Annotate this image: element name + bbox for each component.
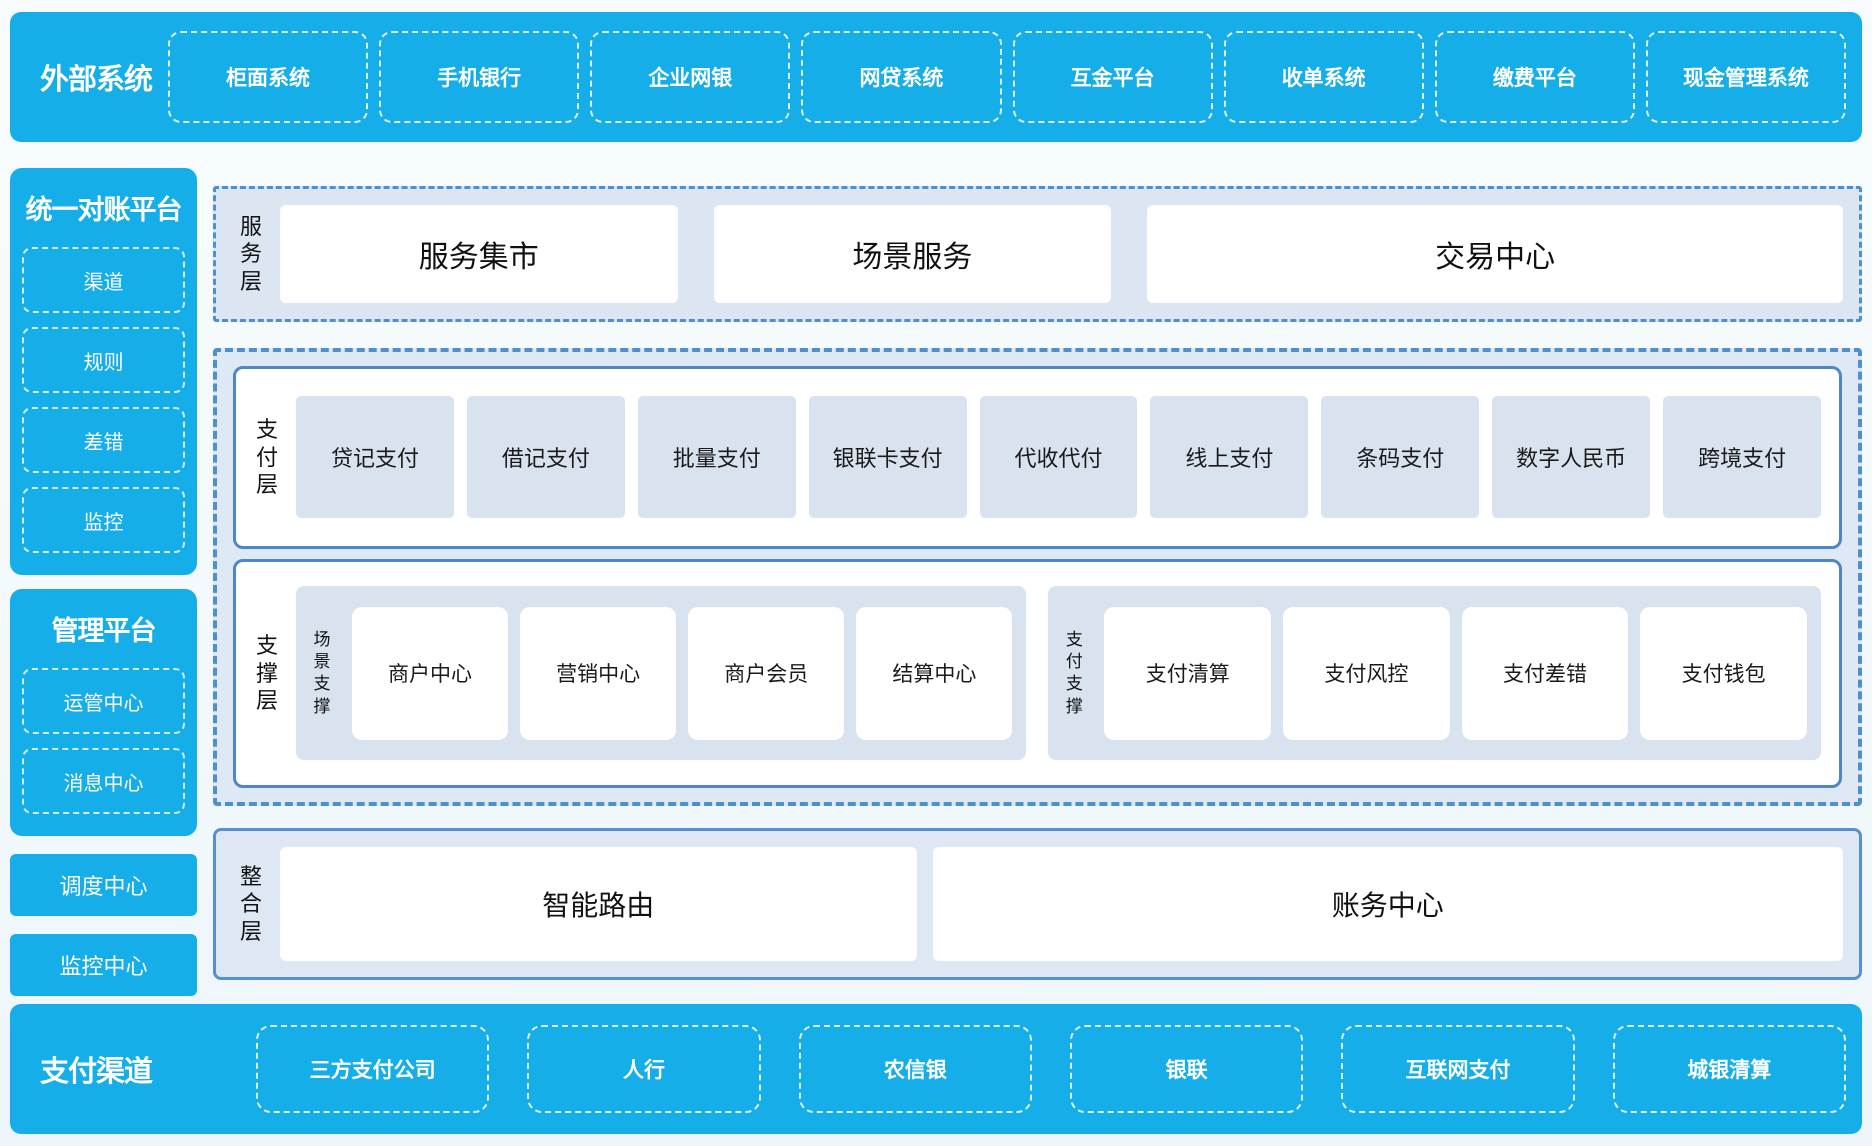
payment-channel-item: 人行 bbox=[527, 1025, 760, 1113]
dispatch-center-block: 调度中心 bbox=[10, 854, 197, 916]
layers-column: 服务层 服务集市 场景服务 交易中心 支付层 贷记支付 借记支付 批量支付 银联… bbox=[213, 168, 1862, 980]
recon-platform-item: 差错 bbox=[22, 407, 185, 473]
payment-node: 批量支付 bbox=[638, 396, 796, 518]
payment-node: 线上支付 bbox=[1150, 396, 1308, 518]
payment-layer-card: 支付层 贷记支付 借记支付 批量支付 银联卡支付 代收代付 线上支付 条码支付 … bbox=[233, 366, 1842, 549]
recon-platform-item: 渠道 bbox=[22, 247, 185, 313]
recon-platform-item: 规则 bbox=[22, 327, 185, 393]
recon-platform-block: 统一对账平台 渠道 规则 差错 监控 bbox=[10, 168, 197, 575]
left-sidebar: 统一对账平台 渠道 规则 差错 监控 管理平台 运管中心 消息中心 调度中心 监… bbox=[10, 168, 197, 980]
support-node: 营销中心 bbox=[520, 607, 676, 739]
support-node: 商户中心 bbox=[352, 607, 508, 739]
support-node: 支付钱包 bbox=[1640, 607, 1807, 739]
external-system-item: 现金管理系统 bbox=[1646, 31, 1846, 123]
support-node: 结算中心 bbox=[856, 607, 1012, 739]
external-system-item: 缴费平台 bbox=[1435, 31, 1635, 123]
payment-channels-label: 支付渠道 bbox=[40, 1048, 168, 1090]
payment-channel-item: 互联网支付 bbox=[1341, 1025, 1574, 1113]
integration-node: 智能路由 bbox=[280, 847, 917, 961]
mgmt-platform-block: 管理平台 运管中心 消息中心 bbox=[10, 589, 197, 836]
service-node: 交易中心 bbox=[1147, 205, 1843, 303]
integration-layer-label: 整合层 bbox=[238, 863, 264, 946]
support-node: 支付差错 bbox=[1462, 607, 1629, 739]
payment-node: 贷记支付 bbox=[296, 396, 454, 518]
external-system-item: 手机银行 bbox=[379, 31, 579, 123]
payment-node: 条码支付 bbox=[1321, 396, 1479, 518]
recon-platform-title: 统一对账平台 bbox=[22, 188, 185, 227]
mgmt-platform-item: 运管中心 bbox=[22, 668, 185, 734]
external-systems-band: 外部系统 柜面系统 手机银行 企业网银 网贷系统 互金平台 收单系统 缴费平台 … bbox=[10, 12, 1862, 142]
service-layer-items: 服务集市 场景服务 交易中心 bbox=[280, 205, 1843, 303]
payment-node: 银联卡支付 bbox=[809, 396, 967, 518]
payment-node: 跨境支付 bbox=[1663, 396, 1821, 518]
service-layer-panel: 服务层 服务集市 场景服务 交易中心 bbox=[213, 186, 1862, 322]
integration-layer-items: 智能路由 账务中心 bbox=[280, 847, 1843, 961]
payment-channel-item: 银联 bbox=[1070, 1025, 1303, 1113]
diagram-body: 统一对账平台 渠道 规则 差错 监控 管理平台 运管中心 消息中心 调度中心 监… bbox=[10, 168, 1862, 980]
core-layers-panel: 支付层 贷记支付 借记支付 批量支付 银联卡支付 代收代付 线上支付 条码支付 … bbox=[213, 348, 1862, 806]
external-systems-label: 外部系统 bbox=[40, 56, 168, 98]
payment-channel-item: 城银清算 bbox=[1613, 1025, 1846, 1113]
payment-architecture-diagram: 外部系统 柜面系统 手机银行 企业网银 网贷系统 互金平台 收单系统 缴费平台 … bbox=[0, 0, 1872, 1146]
service-layer-label: 服务层 bbox=[238, 213, 264, 296]
support-node: 支付清算 bbox=[1104, 607, 1271, 739]
monitor-center-block: 监控中心 bbox=[10, 934, 197, 996]
scene-support-group: 场景支撑 商户中心 营销中心 商户会员 结算中心 bbox=[296, 586, 1026, 760]
support-node: 商户会员 bbox=[688, 607, 844, 739]
payment-channel-item: 三方支付公司 bbox=[256, 1025, 489, 1113]
integration-node: 账务中心 bbox=[933, 847, 1843, 961]
recon-platform-item: 监控 bbox=[22, 487, 185, 553]
external-system-item: 网贷系统 bbox=[801, 31, 1001, 123]
external-system-item: 互金平台 bbox=[1013, 31, 1213, 123]
service-node: 服务集市 bbox=[280, 205, 678, 303]
support-layer-label: 支撑层 bbox=[254, 632, 280, 715]
external-system-item: 柜面系统 bbox=[168, 31, 368, 123]
payment-layer-label: 支付层 bbox=[254, 416, 280, 499]
payment-channel-item: 农信银 bbox=[799, 1025, 1032, 1113]
payment-support-label: 支付支撑 bbox=[1064, 629, 1084, 717]
mgmt-platform-item: 消息中心 bbox=[22, 748, 185, 814]
external-system-item: 企业网银 bbox=[590, 31, 790, 123]
external-system-item: 收单系统 bbox=[1224, 31, 1424, 123]
payment-node: 数字人民币 bbox=[1492, 396, 1650, 518]
payment-layer-items: 贷记支付 借记支付 批量支付 银联卡支付 代收代付 线上支付 条码支付 数字人民… bbox=[296, 396, 1821, 518]
payment-channels-band: 支付渠道 三方支付公司 人行 农信银 银联 互联网支付 城银清算 bbox=[10, 1004, 1862, 1134]
support-layer-card: 支撑层 场景支撑 商户中心 营销中心 商户会员 结算中心 支付支撑 支付清算 bbox=[233, 559, 1842, 788]
payment-node: 代收代付 bbox=[980, 396, 1138, 518]
support-node: 支付风控 bbox=[1283, 607, 1450, 739]
service-node: 场景服务 bbox=[714, 205, 1112, 303]
external-systems-items: 柜面系统 手机银行 企业网银 网贷系统 互金平台 收单系统 缴费平台 现金管理系… bbox=[168, 31, 1846, 123]
support-layer-groups: 场景支撑 商户中心 营销中心 商户会员 结算中心 支付支撑 支付清算 支付风控 … bbox=[296, 562, 1821, 785]
payment-support-group: 支付支撑 支付清算 支付风控 支付差错 支付钱包 bbox=[1048, 586, 1821, 760]
payment-channels-items: 三方支付公司 人行 农信银 银联 互联网支付 城银清算 bbox=[256, 1025, 1846, 1113]
integration-layer-panel: 整合层 智能路由 账务中心 bbox=[213, 828, 1862, 980]
scene-support-label: 场景支撑 bbox=[312, 629, 332, 717]
payment-node: 借记支付 bbox=[467, 396, 625, 518]
mgmt-platform-title: 管理平台 bbox=[22, 609, 185, 648]
